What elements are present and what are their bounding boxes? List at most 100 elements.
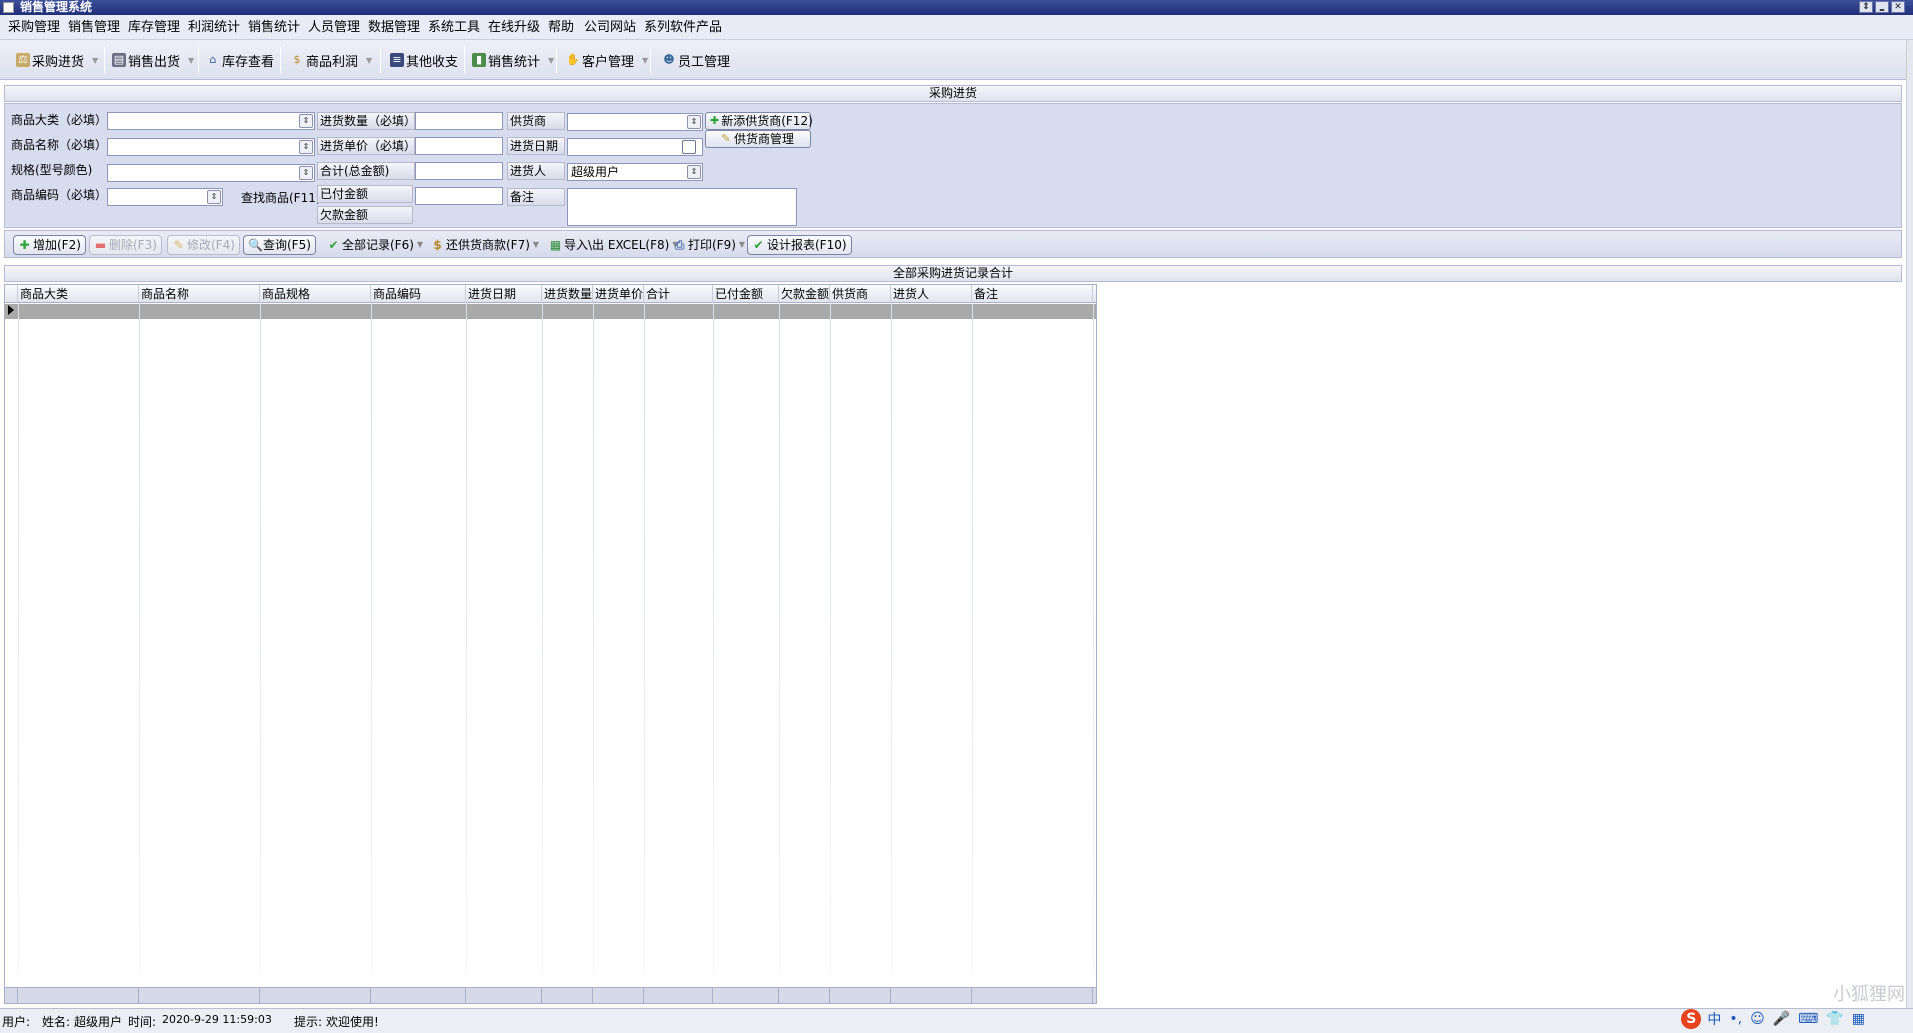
ime-toolbox-icon[interactable]: ▦: [1852, 1011, 1865, 1027]
col-purchaser[interactable]: 进货人: [891, 285, 972, 303]
table-row[interactable]: [5, 304, 1096, 319]
print-button[interactable]: ⎙ 打印(F9) ▼: [669, 235, 749, 255]
menu-website[interactable]: 公司网站: [584, 20, 636, 36]
toolbar-other[interactable]: ≡ 其他收支: [390, 48, 458, 72]
col-qty[interactable]: 进货数量: [542, 285, 593, 303]
ime-keyboard-icon[interactable]: ⌨: [1798, 1011, 1818, 1027]
vertical-scrollbar[interactable]: [1906, 40, 1913, 1010]
purchase-section-header: 采购进货: [4, 85, 1902, 102]
find-product-link[interactable]: 查找商品(F11): [241, 190, 321, 206]
status-name-value: 超级用户: [74, 1015, 123, 1029]
check-icon: ✔: [753, 237, 764, 252]
ime-emoji-icon[interactable]: ☺: [1750, 1011, 1765, 1027]
status-tip-value: 欢迎使用!: [326, 1015, 379, 1029]
col-owed[interactable]: 欠款金额: [779, 285, 830, 303]
add-button[interactable]: ✚ 增加(F2): [13, 235, 86, 255]
menu-bar: 采购管理 销售管理 库存管理 利润统计 销售统计 人员管理 数据管理 系统工具 …: [0, 15, 1913, 40]
total-label: 合计(总金额): [317, 162, 415, 180]
date-label: 进货日期: [507, 137, 565, 155]
close-button[interactable]: ✕: [1891, 1, 1905, 13]
paid-input[interactable]: [415, 187, 503, 205]
price-input[interactable]: [415, 137, 503, 155]
qty-input[interactable]: [415, 112, 503, 130]
purchaser-combo[interactable]: 超级用户 ⇕: [567, 163, 703, 181]
moneybag-icon: $: [433, 237, 442, 252]
sogou-logo-icon[interactable]: S: [1681, 1009, 1702, 1029]
menu-staff[interactable]: 人员管理: [308, 20, 360, 36]
action-bar: ✚ 增加(F2) ▬ 删除(F3) ✎ 修改(F4) 🔍 查询(F5) ✔ 全部…: [4, 230, 1902, 258]
pencil-icon: ✎: [173, 237, 184, 252]
menu-purchase[interactable]: 采购管理: [8, 20, 60, 36]
col-name[interactable]: 商品名称: [139, 285, 260, 303]
chevron-down-icon[interactable]: ⇕: [299, 140, 313, 154]
import-export-excel-button[interactable]: ▦ 导入\出 EXCEL(F8) ▼: [545, 235, 683, 255]
ime-toolbar[interactable]: S 中 •, ☺ 🎤 ⌨ 👕 ▦: [1681, 1007, 1873, 1031]
query-button[interactable]: 🔍 查询(F5): [243, 235, 316, 255]
watermark: 小狐狸网: [1833, 984, 1905, 1005]
excel-icon: ▦: [549, 237, 562, 252]
chevron-down-icon[interactable]: ⇕: [299, 166, 313, 180]
ime-voice-icon[interactable]: 🎤: [1773, 1011, 1790, 1027]
ime-chinese-mode[interactable]: 中: [1707, 1009, 1721, 1029]
name-combo[interactable]: ⇕: [107, 138, 315, 156]
menu-profit[interactable]: 利润统计: [188, 20, 240, 36]
records-table[interactable]: 商品大类 商品名称 商品规格 商品编码 进货日期 进货数量 进货单价 合计 已付…: [4, 284, 1097, 1004]
note-label: 备注: [507, 188, 565, 206]
col-code[interactable]: 商品编码: [371, 285, 466, 303]
col-date[interactable]: 进货日期: [466, 285, 542, 303]
ime-skin-icon[interactable]: 👕: [1826, 1011, 1843, 1027]
col-total[interactable]: 合计: [644, 285, 713, 303]
ime-punctuation-icon[interactable]: •,: [1729, 1011, 1742, 1027]
col-spec[interactable]: 商品规格: [260, 285, 371, 303]
minus-icon: ▬: [94, 237, 107, 252]
toolbar-staff[interactable]: ☻ 员工管理: [662, 48, 730, 72]
restore-button[interactable]: ⇕: [1859, 1, 1873, 13]
price-label: 进货单价（必填）: [317, 137, 416, 155]
col-paid[interactable]: 已付金额: [713, 285, 779, 303]
note-textarea[interactable]: [567, 188, 797, 226]
edit-button[interactable]: ✎ 修改(F4): [167, 235, 240, 255]
toolbar-sales-stats[interactable]: ▮ 销售统计 ▼: [472, 48, 554, 72]
col-price[interactable]: 进货单价: [593, 285, 644, 303]
menu-upgrade[interactable]: 在线升级: [488, 20, 540, 36]
spec-label: 规格(型号颜色): [11, 163, 93, 177]
toolbar-purchase[interactable]: ⚖ 采购进货 ▼: [16, 48, 98, 72]
minimize-button[interactable]: ‗: [1875, 1, 1889, 13]
category-combo[interactable]: ⇕: [107, 112, 315, 130]
menu-sales-stats[interactable]: 销售统计: [248, 20, 300, 36]
col-category[interactable]: 商品大类: [18, 285, 139, 303]
qty-label: 进货数量（必填）: [317, 112, 416, 130]
toolbar-customers[interactable]: ✋ 客户管理 ▼: [566, 48, 648, 72]
total-input[interactable]: [415, 162, 503, 180]
toolbar-sales[interactable]: ▤ 销售出货 ▼: [112, 48, 194, 72]
col-supplier[interactable]: 供货商: [830, 285, 891, 303]
all-records-button[interactable]: ✔ 全部记录(F6) ▼: [323, 235, 427, 255]
design-report-button[interactable]: ✔ 设计报表(F10): [747, 235, 852, 255]
toolbar-inventory[interactable]: ⌂ 库存查看: [206, 48, 275, 72]
users-icon: ☻: [663, 53, 675, 66]
manage-supplier-button[interactable]: ✎ 供货商管理: [705, 130, 811, 148]
menu-sales[interactable]: 销售管理: [68, 20, 120, 36]
status-time-label: 时间:: [128, 1015, 157, 1029]
chevron-down-icon[interactable]: ⇕: [687, 115, 701, 129]
ledger-icon: ≡: [390, 53, 404, 67]
menu-tools[interactable]: 系统工具: [428, 20, 480, 36]
menu-help[interactable]: 帮助: [548, 20, 574, 36]
supplier-combo[interactable]: ⇕: [567, 113, 703, 131]
menu-products[interactable]: 系列软件产品: [644, 20, 722, 36]
toolbar-profit[interactable]: $ 商品利润 ▼: [290, 48, 373, 72]
col-note[interactable]: 备注: [972, 285, 1093, 303]
add-supplier-button[interactable]: ✚ 新添供货商(F12): [705, 112, 813, 130]
menu-inventory[interactable]: 库存管理: [128, 20, 180, 36]
chevron-down-icon[interactable]: ⇕: [299, 114, 313, 128]
menu-data[interactable]: 数据管理: [368, 20, 420, 36]
code-combo[interactable]: ⇕: [107, 188, 223, 206]
records-section-header: 全部采购进货记录合计: [4, 265, 1902, 282]
spec-combo[interactable]: ⇕: [107, 164, 315, 182]
repay-supplier-button[interactable]: $ 还供货商款(F7) ▼: [427, 235, 543, 255]
chevron-down-icon[interactable]: ⇕: [687, 165, 701, 179]
delete-button[interactable]: ▬ 删除(F3): [89, 235, 162, 255]
chevron-down-icon[interactable]: ⇕: [207, 190, 221, 204]
date-checkbox[interactable]: [682, 140, 696, 154]
status-bar: 用户: 姓名: 超级用户 时间: 2020-9-29 11:59:03 提示: …: [0, 1008, 1913, 1033]
